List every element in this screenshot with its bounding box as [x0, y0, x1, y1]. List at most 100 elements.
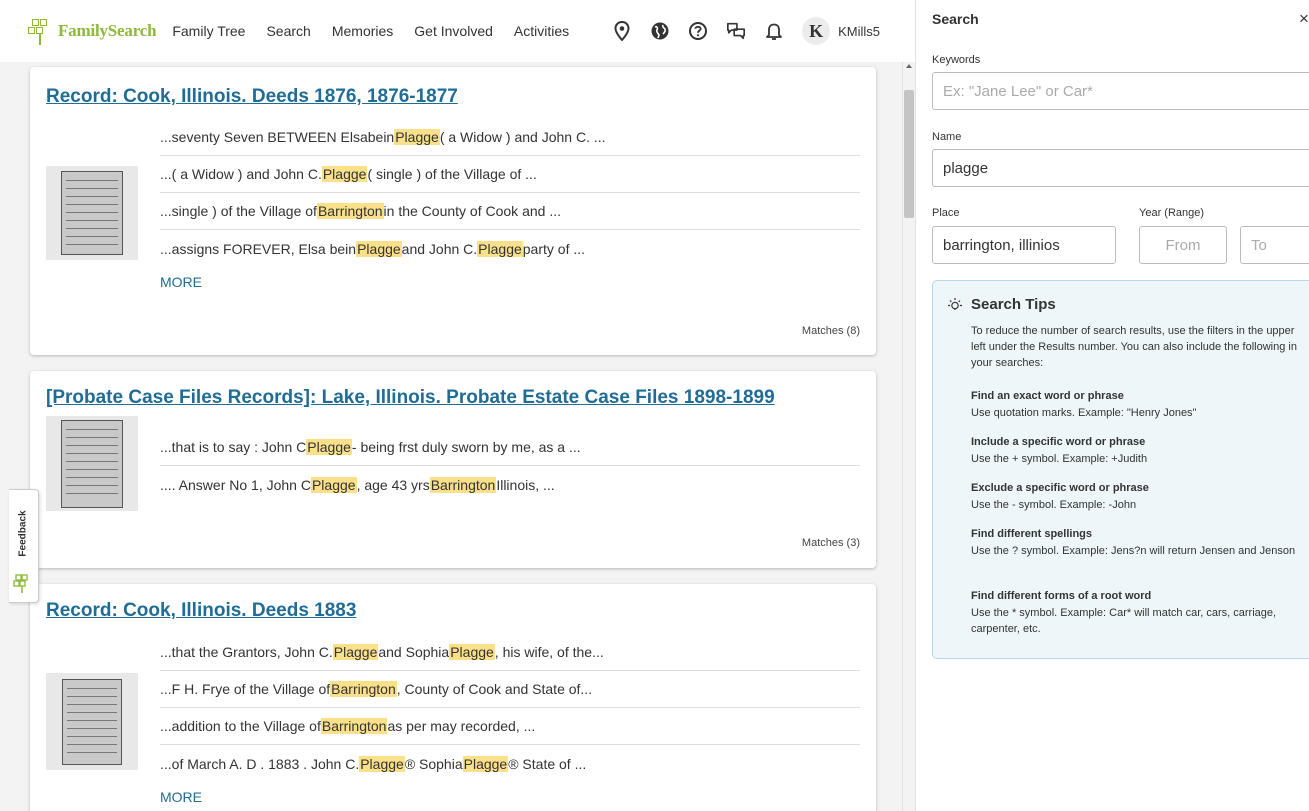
snippet-text: ...single ) of the Village of — [160, 203, 317, 219]
snippet-text: ( single ) of the Village of ... — [367, 166, 537, 182]
nav-family-tree[interactable]: Family Tree — [172, 23, 245, 39]
place-input[interactable] — [932, 226, 1116, 264]
avatar[interactable]: K — [802, 17, 831, 45]
chat-icon[interactable] — [726, 21, 746, 41]
result-card: [Probate Case Files Records]: Lake, Illi… — [30, 371, 876, 568]
result-title[interactable]: Record: Cook, Illinois. Deeds 1876, 1876… — [46, 86, 458, 108]
lightbulb-icon — [948, 298, 962, 310]
snippet-list: ...that the Grantors, John C. Plagge and… — [160, 634, 860, 782]
matches-count[interactable]: Matches (3) — [802, 537, 860, 549]
snippet-text: , County of Cook and State of... — [396, 681, 593, 697]
tips-title: Search Tips — [971, 296, 1056, 313]
result-title[interactable]: [Probate Case Files Records]: Lake, Illi… — [46, 387, 775, 409]
highlighted-term: Barrington — [320, 718, 388, 734]
nav-get-involved[interactable]: Get Involved — [414, 23, 493, 39]
snippet: ...addition to the Village of Barrington… — [160, 708, 860, 745]
logo-text: FamilySearch — [58, 21, 157, 40]
snippet-text: , his wife, of the... — [494, 644, 604, 660]
highlighted-term: Plagge — [310, 476, 357, 493]
snippet-text: ...of March A. D . 1883 . John C. — [160, 755, 360, 772]
bell-icon[interactable] — [764, 21, 784, 41]
snippet-text: ...F H. Frye of the Village of — [160, 681, 331, 697]
results-scrollbar[interactable] — [902, 62, 915, 811]
main-nav: Family Tree Search Memories Get Involved… — [172, 23, 590, 39]
keywords-label: Keywords — [932, 54, 981, 66]
highlighted-term: Barrington — [429, 476, 497, 493]
snippet: ...that is to say : John C Plagge - bein… — [160, 429, 860, 466]
search-panel: Search × Keywords Name Place Year (Range… — [915, 0, 1309, 811]
snippet: ...( a Widow ) and John C. Plagge ( sing… — [160, 156, 860, 193]
nav-activities[interactable]: Activities — [514, 23, 569, 39]
snippet: ...of March A. D . 1883 . John C. Plagge… — [160, 745, 860, 782]
tip-description: Use the ? symbol. Example: Jens?n will r… — [971, 545, 1296, 557]
highlighted-term: Plagge — [306, 439, 352, 455]
scrollbar-thumb[interactable] — [904, 90, 914, 218]
more-link[interactable]: MORE — [160, 789, 202, 805]
highlighted-term: Plagge — [332, 644, 379, 660]
snippet-text: ...( a Widow ) and John C. — [160, 166, 322, 182]
snippet-text: ...addition to the Village of — [160, 718, 321, 734]
more-link[interactable]: MORE — [160, 274, 202, 290]
snippet: ...F H. Frye of the Village of Barringto… — [160, 671, 860, 708]
tip-heading: Find different spellings — [971, 528, 1093, 540]
highlighted-term: Plagge — [462, 755, 509, 772]
result-title[interactable]: Record: Cook, Illinois. Deeds 1883 — [46, 600, 356, 622]
location-pin-icon[interactable] — [612, 21, 632, 41]
highlighted-term: Plagge — [449, 644, 495, 660]
highlighted-term: Barrington — [330, 681, 397, 697]
tip-description: Use quotation marks. Example: "Henry Jon… — [971, 407, 1197, 419]
search-tips-box: Search Tips To reduce the number of sear… — [932, 280, 1309, 659]
snippet-text: in the County of Cook and ... — [383, 203, 561, 219]
tips-intro: To reduce the number of search results, … — [971, 325, 1297, 369]
header-icons: K KMills5 — [612, 17, 880, 45]
year-to-input[interactable] — [1240, 226, 1309, 264]
year-range-label: Year (Range) — [1139, 207, 1205, 219]
record-thumbnail[interactable] — [46, 166, 138, 260]
snippet-text: party of ... — [522, 240, 586, 257]
year-from-input[interactable] — [1139, 226, 1227, 264]
snippet-list: ...seventy Seven BETWEEN Elsabein Plagge… — [160, 119, 860, 267]
tree-logo-icon — [13, 574, 28, 593]
name-input[interactable] — [932, 149, 1309, 187]
tip-description: Use the * symbol. Example: Car* will mat… — [971, 607, 1277, 635]
snippet-text: as per may recorded, ... — [387, 718, 536, 734]
snippet: .... Answer No 1, John C Plagge, age 43 … — [160, 466, 860, 503]
snippet: ...seventy Seven BETWEEN Elsabein Plagge… — [160, 119, 860, 156]
matches-count[interactable]: Matches (8) — [802, 325, 860, 337]
record-thumbnail[interactable] — [46, 416, 138, 511]
nav-search[interactable]: Search — [266, 23, 310, 39]
snippet: ...that the Grantors, John C. Plagge and… — [160, 634, 860, 671]
keywords-input[interactable] — [932, 72, 1309, 110]
help-icon[interactable] — [688, 21, 708, 41]
tree-logo-icon — [28, 17, 56, 45]
scroll-up-arrow-icon[interactable] — [906, 64, 912, 68]
tip-heading: Exclude a specific word or phrase — [971, 482, 1149, 494]
snippet-text: and Sophia — [378, 644, 450, 660]
app: FamilySearch Family Tree Search Memories… — [0, 0, 1309, 811]
highlighted-term: Barrington — [316, 203, 384, 219]
tip-description: Use the + symbol. Example: +Judith — [971, 453, 1148, 465]
record-thumbnail[interactable] — [46, 673, 138, 770]
tip-heading: Include a specific word or phrase — [971, 436, 1146, 448]
feedback-tab[interactable]: Feedback — [9, 489, 39, 603]
top-header: FamilySearch Family Tree Search Memories… — [0, 0, 915, 62]
highlighted-term: Plagge — [477, 240, 523, 257]
snippet-text: , age 43 yrs — [356, 476, 430, 493]
snippet-text: ...assigns FOREVER, Elsa bein — [160, 240, 357, 257]
snippet-text: and John C. — [401, 240, 478, 257]
results-list: Record: Cook, Illinois. Deeds 1876, 1876… — [0, 62, 902, 811]
username[interactable]: KMills5 — [838, 24, 880, 39]
tip-heading: Find different forms of a root word — [971, 590, 1152, 602]
panel-title: Search — [932, 11, 979, 27]
result-card: Record: Cook, Illinois. Deeds 1876, 1876… — [30, 67, 876, 355]
snippet-text: Illinois, ... — [496, 476, 555, 493]
snippet-text: ...that is to say : John C — [160, 439, 307, 455]
snippet: ...assigns FOREVER, Elsa bein Plagge and… — [160, 230, 860, 267]
globe-icon[interactable] — [650, 21, 670, 41]
close-icon[interactable]: × — [1299, 9, 1309, 29]
snippet-text: ® Sophia — [404, 755, 463, 772]
nav-memories[interactable]: Memories — [332, 23, 393, 39]
snippet-list: ...that is to say : John C Plagge - bein… — [160, 429, 860, 503]
snippet-text: .... Answer No 1, John C — [160, 476, 311, 493]
familysearch-logo[interactable]: FamilySearch — [28, 17, 157, 45]
